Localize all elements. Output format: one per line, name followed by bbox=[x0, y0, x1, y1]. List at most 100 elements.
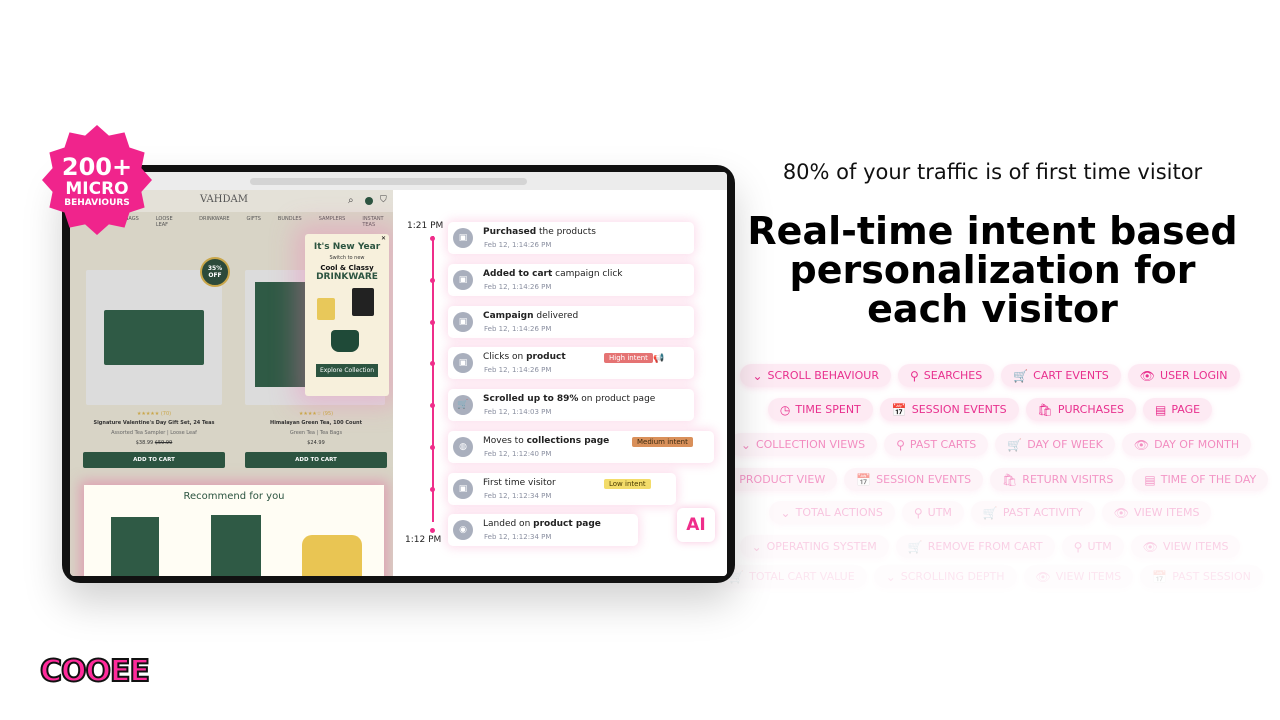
eye-icon: ◉ bbox=[453, 520, 473, 540]
behaviour-row: 🛒 TOTAL CART VALUE ⌄ SCROLLING DEPTH 👁 VIEW I… bbox=[717, 565, 1263, 588]
behaviour-chip: ⚲ PAST CARTS bbox=[884, 433, 989, 456]
teapot-thumb[interactable] bbox=[302, 535, 362, 576]
badge-line3: BEHAVIOURS bbox=[64, 198, 130, 208]
behaviour-chip: 👁 VIEW ITEMS bbox=[1130, 535, 1241, 558]
timeline-event[interactable]: ▣ Added to cart campaign click Feb 12, 1… bbox=[448, 264, 694, 296]
nav-item[interactable]: BUNDLES bbox=[278, 216, 302, 228]
timeline-dot bbox=[430, 278, 435, 283]
behaviour-chip: 📅 SESSION EVENTS bbox=[844, 468, 984, 491]
cart-icon: 🛒 bbox=[907, 539, 923, 554]
calendar-icon: ▣ bbox=[453, 228, 473, 248]
timeline-event[interactable]: ▣ Campaign delivered Feb 12, 1:14:26 PM bbox=[448, 306, 694, 338]
behaviour-chip: ⚲ SEARCHES bbox=[897, 364, 995, 387]
nav-item[interactable]: LOOSE LEAF bbox=[156, 216, 182, 228]
nav-item[interactable]: DRINKWARE bbox=[199, 216, 229, 228]
timeline-end-time: 1:12 PM bbox=[405, 535, 442, 545]
behaviour-chip: 🛒 PAST ACTIVITY bbox=[970, 501, 1095, 524]
popup-line2: DRINKWARE bbox=[316, 272, 378, 282]
nav-item[interactable]: SAMPLERS bbox=[319, 216, 346, 228]
timeline-event[interactable]: 🛒 Scrolled up to 89% on product page Feb… bbox=[448, 389, 694, 421]
timeline-event[interactable]: ▣ Clicks on product Feb 12, 1:14:26 PM Hi… bbox=[448, 347, 694, 379]
ai-chip: AI bbox=[677, 508, 715, 542]
timeline-dot bbox=[430, 445, 435, 450]
visitor-timeline: 1:21 PM 1:12 PM ▣ Purchased the products… bbox=[393, 190, 727, 576]
search-icon: ⚲ bbox=[896, 437, 905, 452]
behaviour-chip: 🛍 PURCHASES bbox=[1025, 398, 1137, 421]
event-date: Feb 12, 1:14:03 PM bbox=[484, 408, 552, 416]
calendar-clock-icon: 📅 bbox=[1152, 569, 1168, 584]
store-logo: VAHDAM bbox=[200, 194, 248, 205]
product-subtitle: Green Tea | Tea Bags bbox=[289, 430, 343, 436]
product-name[interactable]: Signature Valentine's Day Gift Set, 24 T… bbox=[84, 420, 224, 426]
behaviour-chip: 👁 USER LOGIN bbox=[1127, 364, 1240, 387]
timeline-event[interactable]: ▣ First time visitor Feb 12, 1:12:34 PM L… bbox=[448, 473, 676, 505]
popup-title: It's New Year bbox=[313, 242, 381, 252]
calendar-icon: ▣ bbox=[453, 353, 473, 373]
mouse-icon: ◍ bbox=[453, 437, 473, 457]
eye-icon: 👁 bbox=[1142, 539, 1158, 554]
add-to-cart-button[interactable]: ADD TO CART bbox=[83, 452, 225, 468]
intent-tag: High intent bbox=[604, 353, 653, 363]
calendar-icon: ▣ bbox=[453, 479, 473, 499]
explore-collection-button[interactable]: Explore Collection bbox=[316, 364, 378, 377]
add-to-cart-button[interactable]: ADD TO CART bbox=[245, 452, 387, 468]
behaviour-row: ⌄ SCROLL BEHAVIOUR ⚲ SEARCHES 🛒 CART EVENTS 👁 U… bbox=[740, 364, 1240, 387]
behaviour-chip: ⌄ OPERATING SYSTEM bbox=[739, 535, 889, 558]
nav-item[interactable]: INSTANT TEAS bbox=[362, 216, 393, 228]
behaviour-row: ⌄ TOTAL ACTIONS ⚲ UTM 🛒 PAST ACTIVITY 👁 VIEW IT… bbox=[740, 501, 1240, 524]
popup-sub: Switch to new bbox=[329, 255, 365, 261]
calendar-clock-icon: 📅 bbox=[891, 402, 907, 417]
behaviour-chip: 👁 VIEW ITEMS bbox=[1023, 565, 1134, 588]
close-icon[interactable]: ✕ bbox=[381, 235, 386, 242]
timeline-event[interactable]: ◉ Landed on product page Feb 12, 1:12:34… bbox=[448, 514, 638, 546]
product-image[interactable] bbox=[86, 270, 222, 405]
popup-line1: Cool & Classy bbox=[320, 264, 374, 272]
behaviour-chip: ◷ TIME SPENT bbox=[767, 398, 873, 421]
cart-icon: 🛒 bbox=[453, 395, 473, 415]
timeline-dot bbox=[430, 361, 435, 366]
timeline-event[interactable]: ▣ Purchased the products Feb 12, 1:14:26… bbox=[448, 222, 694, 254]
behaviour-chip: 📅 PAST SESSION bbox=[1140, 565, 1263, 588]
site-nav: BAGS LOOSE LEAF DRINKWARE GIFTS BUNDLES SAMPL… bbox=[125, 216, 393, 228]
event-date: Feb 12, 1:14:26 PM bbox=[484, 241, 552, 249]
behaviour-chip: 🛒 REMOVE FROM CART bbox=[895, 535, 1055, 558]
behaviour-chip: ⌄ TOTAL ACTIONS bbox=[768, 501, 895, 524]
product-price: $24.99 bbox=[307, 440, 325, 446]
chevrons-icon: ⌄ bbox=[780, 505, 791, 520]
badge-count: 200+ bbox=[62, 153, 132, 181]
drinkware-image bbox=[317, 288, 377, 358]
headline: Real-time intent based personalization fo… bbox=[747, 209, 1238, 331]
page-icon: ▤ bbox=[1144, 472, 1156, 487]
behaviour-row: ◷PRODUCT VIEW📅SESSION EVENTS🛍RETURN VISI… bbox=[711, 468, 1269, 491]
cart-icon: 🛒 bbox=[982, 505, 998, 520]
search-icon[interactable]: ⌕ bbox=[348, 195, 354, 206]
cart-icon: 🛒 bbox=[1013, 368, 1029, 383]
product-rating: ★★★★☆ (95) bbox=[298, 411, 334, 417]
bag-icon[interactable]: ⛉ bbox=[380, 195, 387, 205]
event-date: Feb 12, 1:14:26 PM bbox=[484, 325, 552, 333]
timeline-event[interactable]: ◍ Moves to collections page Feb 12, 1:12… bbox=[448, 431, 714, 463]
account-icon[interactable] bbox=[365, 197, 373, 205]
nav-item[interactable]: GIFTS bbox=[247, 216, 261, 228]
timeline-dot bbox=[430, 403, 435, 408]
address-pill bbox=[250, 178, 527, 185]
eye-icon: 👁 bbox=[1113, 505, 1129, 520]
campaign-popup: ✕ It's New Year Switch to new Cool & Cla… bbox=[305, 234, 389, 396]
search-icon: ⚲ bbox=[913, 505, 923, 520]
event-date: Feb 12, 1:12:40 PM bbox=[484, 450, 552, 458]
calendar-icon: ▣ bbox=[453, 312, 473, 332]
behaviour-row: ⌄ OPERATING SYSTEM 🛒 REMOVE FROM CART ⚲ UTM 👁 V… bbox=[739, 535, 1241, 558]
behaviour-chip: 🛍 RETURN VISITRS bbox=[990, 468, 1126, 491]
behaviour-chip: 👁 DAY OF MONTH bbox=[1121, 433, 1252, 456]
behaviour-chip: 🛒 CART EVENTS bbox=[1001, 364, 1121, 387]
recommendations-panel: Recommend for you bbox=[84, 485, 384, 576]
product-thumb[interactable] bbox=[211, 515, 261, 576]
clock-icon: ◷ bbox=[779, 402, 791, 417]
chevrons-icon: ⌄ bbox=[752, 368, 763, 383]
product-name[interactable]: Himalayan Green Tea, 100 Count bbox=[246, 420, 386, 426]
intent-tag: Low intent bbox=[604, 479, 651, 489]
product-thumb[interactable] bbox=[111, 517, 159, 576]
behaviour-chip: ▤ PAGE bbox=[1143, 398, 1213, 421]
behaviour-chip: 🛒 DAY OF WEEK bbox=[995, 433, 1115, 456]
behaviour-chip: ⚲ UTM bbox=[1061, 535, 1124, 558]
